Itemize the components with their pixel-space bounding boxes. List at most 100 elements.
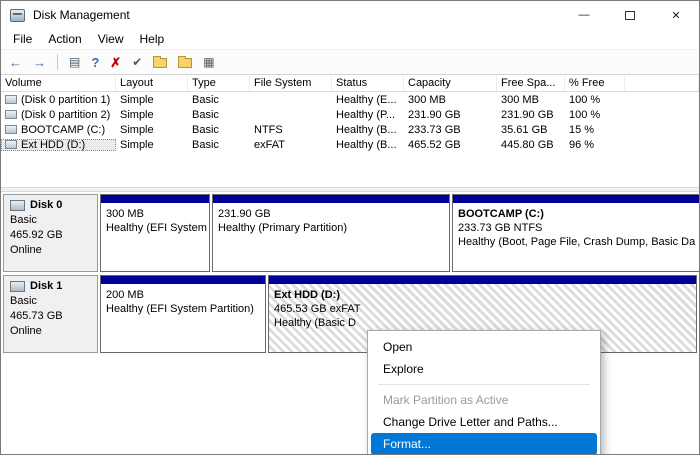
column-header-layout[interactable]: Layout bbox=[116, 75, 188, 91]
partition-disk1-efi[interactable]: 200 MB Healthy (EFI System Partition) bbox=[100, 275, 266, 353]
disk-1-header[interactable]: Disk 1 Basic 465.73 GB Online bbox=[3, 275, 98, 353]
volume-status: Healthy (P... bbox=[336, 108, 396, 121]
maximize-button[interactable] bbox=[607, 1, 653, 29]
volume-row-ext-hdd[interactable]: Ext HDD (D:) Simple Basic exFAT Healthy … bbox=[1, 137, 699, 152]
partition-status: Healthy (EFI System bbox=[106, 222, 207, 234]
column-header-filler bbox=[625, 75, 699, 91]
volume-layout: Simple bbox=[120, 138, 154, 151]
column-header-freespace[interactable]: Free Spa... bbox=[497, 75, 565, 91]
column-header-type[interactable]: Type bbox=[188, 75, 250, 91]
volume-name: Ext HDD (D:) bbox=[21, 138, 86, 151]
volume-layout: Simple bbox=[120, 93, 154, 106]
partition-color-strip bbox=[453, 195, 699, 203]
volume-pctfree: 100 % bbox=[569, 93, 601, 106]
volume-pctfree: 15 % bbox=[569, 123, 595, 136]
volume-row-disk0-partition2[interactable]: (Disk 0 partition 2) Simple Basic Health… bbox=[1, 107, 699, 122]
explore-folder-icon[interactable] bbox=[178, 56, 193, 68]
close-icon: ✕ bbox=[671, 9, 681, 22]
partition-size: 231.90 GB bbox=[218, 208, 271, 220]
window-controls: — ✕ bbox=[561, 1, 699, 29]
partition-color-strip bbox=[101, 276, 265, 284]
column-header-pctfree[interactable]: % Free bbox=[565, 75, 625, 91]
minimize-button[interactable]: — bbox=[561, 1, 607, 29]
disk-0-partitions: 300 MB Healthy (EFI System 231.90 GB Hea… bbox=[98, 194, 699, 272]
partition-name: Ext HDD (D:) bbox=[274, 289, 340, 301]
volume-name: (Disk 0 partition 2) bbox=[21, 108, 111, 121]
menu-help[interactable]: Help bbox=[132, 30, 173, 48]
volume-capacity: 233.73 GB bbox=[408, 123, 461, 136]
volume-status: Healthy (B... bbox=[336, 123, 397, 136]
partition-status: Healthy (Primary Partition) bbox=[218, 222, 347, 234]
context-menu-open[interactable]: Open bbox=[371, 336, 597, 358]
column-header-filesystem[interactable]: File System bbox=[250, 75, 332, 91]
partition-disk0-primary[interactable]: 231.90 GB Healthy (Primary Partition) bbox=[212, 194, 450, 272]
menu-view[interactable]: View bbox=[90, 30, 132, 48]
column-header-capacity[interactable]: Capacity bbox=[404, 75, 497, 91]
disk-icon bbox=[10, 199, 25, 211]
menubar: File Action View Help bbox=[1, 29, 699, 49]
partition-status: Healthy (EFI System Partition) bbox=[106, 303, 254, 315]
context-menu-mark-partition-active: Mark Partition as Active bbox=[383, 393, 509, 407]
volume-layout: Simple bbox=[120, 108, 154, 121]
toolbar: ← → ▤ ? ✗ ✔ ▦ bbox=[1, 49, 699, 75]
volume-type: Basic bbox=[192, 93, 219, 106]
disk-size: 465.73 GB bbox=[10, 310, 63, 322]
disk-0-header[interactable]: Disk 0 Basic 465.92 GB Online bbox=[3, 194, 98, 272]
disk-0-row: Disk 0 Basic 465.92 GB Online 300 MB Hea… bbox=[3, 194, 699, 272]
partition-bootcamp[interactable]: BOOTCAMP (C:) 233.73 GB NTFS Healthy (Bo… bbox=[452, 194, 699, 272]
volume-freespace: 35.61 GB bbox=[501, 123, 548, 136]
partition-status: Healthy (Boot, Page File, Crash Dump, Ba… bbox=[458, 236, 696, 248]
volume-list-header: Volume Layout Type File System Status Ca… bbox=[1, 75, 699, 92]
partition-size: 200 MB bbox=[106, 289, 144, 301]
column-header-status[interactable]: Status bbox=[332, 75, 404, 91]
disk-size: 465.92 GB bbox=[10, 229, 63, 241]
volume-name: (Disk 0 partition 1) bbox=[21, 93, 111, 106]
volume-icon bbox=[5, 140, 17, 149]
volume-capacity: 465.52 GB bbox=[408, 138, 461, 151]
volume-filesystem: exFAT bbox=[254, 138, 285, 151]
app-icon bbox=[10, 8, 25, 22]
menu-file[interactable]: File bbox=[5, 30, 40, 48]
help-icon[interactable]: ? bbox=[91, 56, 99, 69]
disk-icon bbox=[10, 280, 25, 292]
volume-capacity: 300 MB bbox=[408, 93, 446, 106]
volume-type: Basic bbox=[192, 138, 219, 151]
partition-context-menu: Open Explore Mark Partition as Active Ch… bbox=[367, 330, 601, 454]
volume-row-disk0-partition1[interactable]: (Disk 0 partition 1) Simple Basic Health… bbox=[1, 92, 699, 107]
context-menu-format[interactable]: Format... bbox=[371, 433, 597, 454]
partition-status: Healthy (Basic D bbox=[274, 317, 356, 329]
volume-icon bbox=[5, 125, 17, 134]
view-icon[interactable]: ▦ bbox=[203, 56, 214, 68]
partition-disk0-efi[interactable]: 300 MB Healthy (EFI System bbox=[100, 194, 210, 272]
partition-size: 465.53 GB exFAT bbox=[274, 303, 361, 315]
back-icon[interactable]: ← bbox=[9, 56, 22, 69]
partition-size: 300 MB bbox=[106, 208, 144, 220]
close-button[interactable]: ✕ bbox=[653, 1, 699, 29]
open-folder-icon[interactable] bbox=[153, 56, 168, 68]
volume-status: Healthy (B... bbox=[336, 138, 397, 151]
context-menu-change-drive-letter[interactable]: Change Drive Letter and Paths... bbox=[371, 411, 597, 433]
volume-filesystem: NTFS bbox=[254, 123, 283, 136]
delete-volume-icon[interactable]: ✗ bbox=[110, 56, 121, 69]
disk-management-window: Disk Management — ✕ File Action View Hel… bbox=[0, 0, 700, 455]
volume-freespace: 231.90 GB bbox=[501, 108, 554, 121]
disk-kind: Basic bbox=[10, 214, 37, 226]
forward-icon[interactable]: → bbox=[33, 56, 46, 69]
volume-capacity: 231.90 GB bbox=[408, 108, 461, 121]
menu-action[interactable]: Action bbox=[40, 30, 89, 48]
toolbar-separator bbox=[57, 54, 58, 70]
context-menu-separator bbox=[378, 384, 590, 385]
console-tree-icon[interactable]: ▤ bbox=[69, 56, 80, 68]
context-menu-explore[interactable]: Explore bbox=[371, 358, 597, 380]
disk-label: Disk 1 bbox=[30, 280, 63, 292]
volume-row-bootcamp[interactable]: BOOTCAMP (C:) Simple Basic NTFS Healthy … bbox=[1, 122, 699, 137]
column-header-volume[interactable]: Volume bbox=[1, 75, 116, 91]
disk-status: Online bbox=[10, 325, 42, 337]
volume-pctfree: 96 % bbox=[569, 138, 595, 151]
disk-kind: Basic bbox=[10, 295, 37, 307]
partition-color-strip bbox=[269, 276, 696, 284]
volume-icon bbox=[5, 95, 17, 104]
properties-check-icon[interactable]: ✔ bbox=[132, 56, 142, 68]
volume-icon bbox=[5, 110, 17, 119]
volume-freespace: 445.80 GB bbox=[501, 138, 554, 151]
